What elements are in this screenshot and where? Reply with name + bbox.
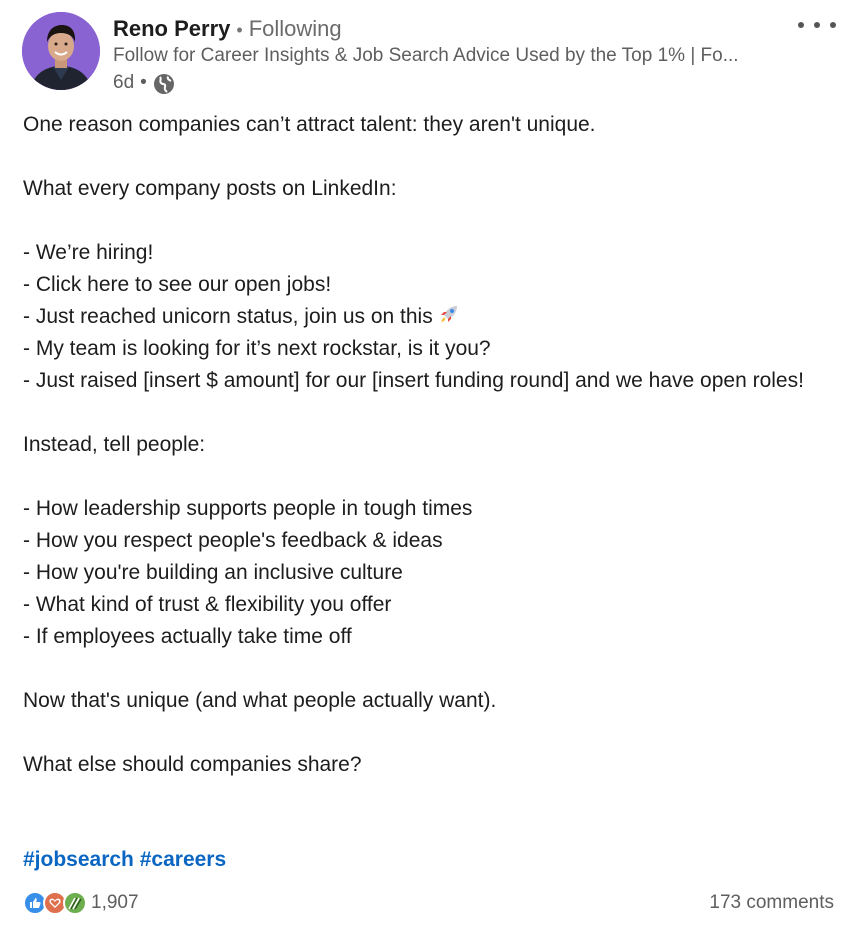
name-separator: • (236, 20, 243, 40)
post-line-blank (23, 653, 823, 685)
more-dot-icon (814, 22, 820, 28)
hashtags: #jobsearch #careers (23, 844, 226, 876)
post-text: One reason companies can’t attract talen… (23, 109, 823, 781)
post-line: - How you respect people's feedback & id… (23, 529, 443, 552)
author-avatar[interactable] (22, 12, 100, 90)
reactions-summary[interactable]: 1,907 (23, 890, 139, 916)
more-dot-icon (798, 22, 804, 28)
post-line-blank (23, 717, 823, 749)
post-line: Instead, tell people: (23, 433, 206, 456)
post-line-with-emoji: - Just reached unicorn status, join us o… (23, 301, 823, 333)
hashtag-link[interactable]: #careers (140, 848, 226, 871)
post-meta: 6d • (113, 70, 175, 95)
globe-icon (153, 73, 175, 95)
comments-count-link[interactable]: 173 comments (709, 891, 834, 915)
rocket-icon (437, 302, 461, 326)
more-options-button[interactable] (798, 14, 836, 36)
reaction-icons (23, 891, 87, 915)
feed-post: Reno Perry • Following Follow for Career I… (0, 0, 858, 932)
post-line: One reason companies can’t attract talen… (23, 113, 596, 136)
meta-separator: • (140, 71, 147, 93)
post-line: - What kind of trust & flexibility you o… (23, 593, 392, 616)
author-name[interactable]: Reno Perry (113, 16, 230, 41)
post-line: - How you're building an inclusive cultu… (23, 561, 403, 584)
post-line: - How leadership supports people in toug… (23, 497, 473, 520)
reaction-count: 1,907 (91, 892, 139, 913)
following-status[interactable]: Following (249, 16, 342, 41)
post-line-blank (23, 205, 823, 237)
author-headline: Follow for Career Insights & Job Search … (113, 45, 739, 66)
author-name-line: Reno Perry • Following (113, 15, 342, 44)
post-line-blank (23, 141, 823, 173)
avatar-photo (22, 12, 100, 90)
post-line: - Just reached unicorn status, join us o… (23, 305, 433, 328)
support-icon (63, 891, 87, 915)
post-line: What every company posts on LinkedIn: (23, 177, 397, 200)
post-line: Now that's unique (and what people actua… (23, 689, 497, 712)
post-line: - If employees actually take time off (23, 625, 352, 648)
post-line-blank (23, 397, 823, 429)
post-line: - Click here to see our open jobs! (23, 273, 332, 296)
more-dot-icon (830, 22, 836, 28)
post-timestamp[interactable]: 6d (113, 71, 134, 95)
post-line: What else should companies share? (23, 753, 362, 776)
post-line: - We’re hiring! (23, 241, 154, 264)
post-line-blank (23, 461, 823, 493)
hashtag-link[interactable]: #jobsearch (23, 848, 134, 871)
post-line: - Just raised [insert $ amount] for our … (23, 369, 804, 392)
post-line: - My team is looking for it’s next rocks… (23, 337, 491, 360)
